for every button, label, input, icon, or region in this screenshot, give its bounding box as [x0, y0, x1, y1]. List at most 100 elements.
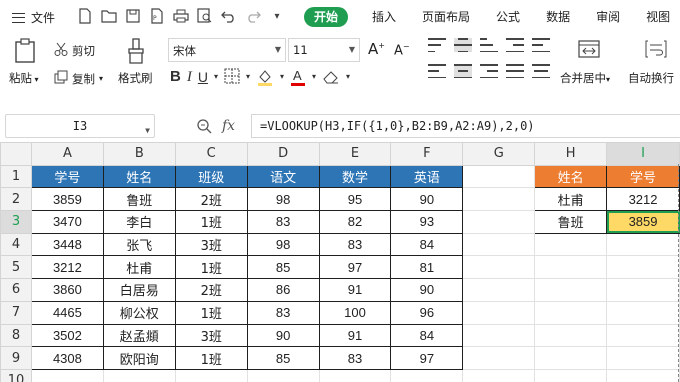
- cell-g4[interactable]: [462, 232, 536, 257]
- cell-a6[interactable]: 3860: [30, 278, 104, 302]
- borders-dropdown-icon[interactable]: ▾: [246, 68, 250, 86]
- cell-e2[interactable]: 95: [318, 187, 392, 212]
- tab-page-layout[interactable]: 页面布局: [422, 7, 470, 27]
- cell-h2[interactable]: 杜甫: [534, 187, 608, 212]
- align-center-icon[interactable]: [454, 64, 472, 78]
- cell-i8[interactable]: [606, 323, 680, 348]
- cell-h3[interactable]: 鲁班: [534, 210, 608, 234]
- cell-i7[interactable]: [606, 300, 680, 325]
- cell-a7[interactable]: 4465: [30, 300, 104, 325]
- font-color-dropdown-icon[interactable]: ▾: [312, 68, 316, 86]
- cell-h10[interactable]: [534, 368, 608, 382]
- cut-button[interactable]: 剪切: [54, 42, 95, 59]
- merge-center-button[interactable]: 合并居中▾: [560, 70, 610, 86]
- cell-f1[interactable]: 英语: [390, 164, 464, 189]
- cell-c4[interactable]: 3班: [174, 232, 248, 257]
- cell-b6[interactable]: 白居易: [102, 278, 176, 302]
- merge-center-icon[interactable]: [578, 40, 600, 62]
- indent-increase-icon[interactable]: [532, 38, 550, 52]
- cell-f4[interactable]: 84: [390, 232, 464, 257]
- name-box[interactable]: I3 ▼: [5, 114, 155, 138]
- borders-icon[interactable]: [224, 68, 240, 86]
- cell-f8[interactable]: 84: [390, 323, 464, 348]
- cell-h4[interactable]: [534, 232, 608, 257]
- align-top-icon[interactable]: [428, 38, 446, 52]
- zoom-search-icon[interactable]: [196, 118, 212, 138]
- cell-a3[interactable]: 3470: [30, 210, 104, 234]
- align-left-icon[interactable]: [428, 64, 446, 78]
- column-header-c[interactable]: C: [174, 142, 248, 166]
- export-pdf-icon[interactable]: P: [148, 7, 166, 25]
- column-header-a[interactable]: A: [30, 142, 104, 166]
- cell-c7[interactable]: 1班: [174, 300, 248, 325]
- print-icon[interactable]: [172, 7, 190, 25]
- font-size-select[interactable]: 11 ▼: [288, 38, 360, 62]
- cell-b5[interactable]: 杜甫: [102, 255, 176, 280]
- distributed-icon[interactable]: [532, 64, 550, 78]
- cell-b9[interactable]: 欧阳询: [102, 346, 176, 370]
- tab-review[interactable]: 审阅: [596, 7, 620, 27]
- bold-icon[interactable]: B: [170, 68, 181, 86]
- cell-d3[interactable]: 83: [246, 210, 320, 234]
- wrap-text-button[interactable]: 自动换行: [628, 70, 674, 86]
- cell-i3[interactable]: 3859: [606, 210, 680, 234]
- row-header-5[interactable]: 5: [0, 255, 32, 280]
- copy-button[interactable]: 复制 ▾: [54, 70, 103, 87]
- cell-b7[interactable]: 柳公权: [102, 300, 176, 325]
- cell-e10[interactable]: [318, 368, 392, 382]
- cell-g3[interactable]: [462, 210, 536, 234]
- cell-c9[interactable]: 1班: [174, 346, 248, 370]
- underline-dropdown-icon[interactable]: ▾: [214, 68, 218, 86]
- row-header-1[interactable]: 1: [0, 164, 32, 189]
- cell-a5[interactable]: 3212: [30, 255, 104, 280]
- cell-f5[interactable]: 81: [390, 255, 464, 280]
- paste-button[interactable]: 粘贴 ▾: [9, 70, 39, 86]
- cell-d1[interactable]: 语文: [246, 164, 320, 189]
- cell-i10[interactable]: [606, 368, 680, 382]
- cell-b3[interactable]: 李白: [102, 210, 176, 234]
- cell-d2[interactable]: 98: [246, 187, 320, 212]
- column-header-e[interactable]: E: [318, 142, 392, 166]
- cell-e8[interactable]: 91: [318, 323, 392, 348]
- cell-g6[interactable]: [462, 278, 536, 302]
- row-header-8[interactable]: 8: [0, 323, 32, 348]
- cell-b4[interactable]: 张飞: [102, 232, 176, 257]
- cell-d8[interactable]: 90: [246, 323, 320, 348]
- cell-h1[interactable]: 姓名: [534, 164, 608, 189]
- cell-f10[interactable]: [390, 368, 464, 382]
- column-header-g[interactable]: G: [462, 142, 536, 166]
- cell-c6[interactable]: 2班: [174, 278, 248, 302]
- column-header-d[interactable]: D: [246, 142, 320, 166]
- column-header-i[interactable]: I: [606, 142, 680, 166]
- row-header-6[interactable]: 6: [0, 278, 32, 302]
- print-preview-icon[interactable]: [196, 7, 214, 25]
- cell-f9[interactable]: 97: [390, 346, 464, 370]
- cell-d4[interactable]: 98: [246, 232, 320, 257]
- cell-d7[interactable]: 83: [246, 300, 320, 325]
- column-header-f[interactable]: F: [390, 142, 464, 166]
- row-header-9[interactable]: 9: [0, 346, 32, 370]
- row-header-3[interactable]: 3: [0, 210, 32, 234]
- cell-g10[interactable]: [462, 368, 536, 382]
- cell-g8[interactable]: [462, 323, 536, 348]
- font-name-select[interactable]: 宋体 ▼: [168, 38, 286, 62]
- new-file-icon[interactable]: [76, 7, 94, 25]
- cell-f3[interactable]: 93: [390, 210, 464, 234]
- cell-c5[interactable]: 1班: [174, 255, 248, 280]
- cell-a1[interactable]: 学号: [30, 164, 104, 189]
- cell-a4[interactable]: 3448: [30, 232, 104, 257]
- cell-a8[interactable]: 3502: [30, 323, 104, 348]
- cell-g5[interactable]: [462, 255, 536, 280]
- cell-e5[interactable]: 97: [318, 255, 392, 280]
- font-color-icon[interactable]: A: [290, 68, 306, 86]
- cell-i1[interactable]: 学号: [606, 164, 680, 189]
- cell-i5[interactable]: [606, 255, 680, 280]
- cell-d6[interactable]: 86: [246, 278, 320, 302]
- undo-icon[interactable]: [220, 7, 238, 25]
- row-header-2[interactable]: 2: [0, 187, 32, 212]
- wrap-text-icon[interactable]: [645, 40, 667, 62]
- cell-i4[interactable]: [606, 232, 680, 257]
- format-painter-icon[interactable]: [126, 38, 146, 68]
- cell-a10[interactable]: [30, 368, 104, 382]
- italic-icon[interactable]: I: [187, 68, 192, 86]
